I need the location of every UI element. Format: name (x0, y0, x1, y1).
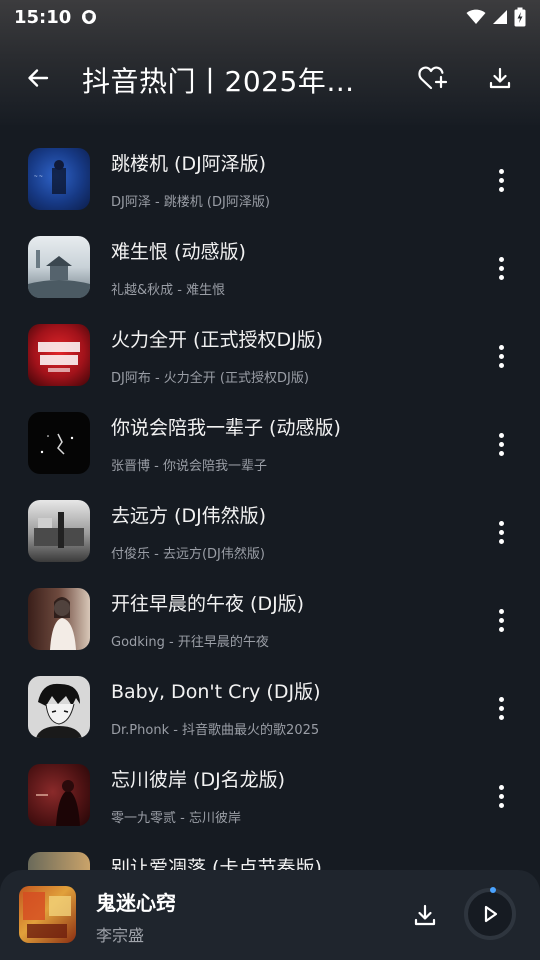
mini-player[interactable]: 鬼迷心窍 李宗盛 (0, 870, 540, 960)
song-list: ~ ~ 跳楼机 (DJ阿泽版) DJ阿泽 - 跳楼机 (DJ阿泽版) 难生恨 (… (0, 135, 540, 870)
song-row[interactable]: 难生恨 (动感版) 礼越&秋成 - 难生恨 (0, 223, 540, 311)
now-playing-artist: 李宗盛 (96, 926, 145, 945)
song-row[interactable]: ~ ~ 跳楼机 (DJ阿泽版) DJ阿泽 - 跳楼机 (DJ阿泽版) (0, 135, 540, 223)
cover-art-3 (38, 342, 80, 372)
album-cover: ~ ~ (28, 148, 90, 210)
more-vertical-icon (498, 608, 504, 614)
more-vertical-icon (498, 256, 504, 262)
song-row[interactable]: Baby, Don't Cry (DJ版) Dr.Phonk - 抖音歌曲最火的… (0, 663, 540, 751)
more-options-button[interactable] (488, 517, 514, 547)
song-row[interactable]: 别让爱凋落 (卡点节奏版) (0, 839, 540, 870)
song-subtitle: Dr.Phonk - 抖音歌曲最火的歌2025 (111, 723, 320, 738)
heart-plus-icon (418, 66, 448, 90)
page-title: 抖音热门丨2025年爆... (82, 65, 382, 98)
play-button[interactable] (462, 886, 518, 942)
more-options-button[interactable] (488, 253, 514, 283)
arrow-left-icon (28, 69, 49, 87)
more-options-button[interactable] (488, 605, 514, 635)
album-cover (28, 852, 90, 870)
song-row[interactable]: 你说会陪我一辈子 (动感版) 张晋博 - 你说会陪我一辈子 (0, 399, 540, 487)
cover-art-2 (28, 250, 90, 298)
song-subtitle: DJ阿布 - 火力全开 (正式授权DJ版) (111, 371, 309, 386)
song-title: 开往早晨的午夜 (DJ版) (111, 593, 305, 615)
more-vertical-icon (498, 168, 504, 174)
signal-icon (493, 10, 507, 24)
download-all-button[interactable] (482, 60, 518, 96)
download-icon (414, 904, 436, 926)
album-cover (28, 412, 90, 474)
play-icon (464, 887, 516, 940)
album-cover (28, 764, 90, 826)
cover-art-7 (36, 683, 82, 738)
more-vertical-icon (498, 784, 504, 790)
more-vertical-icon (498, 696, 504, 702)
song-title: 去远方 (DJ伟然版) (111, 505, 267, 527)
song-title: 你说会陪我一辈子 (动感版) (111, 417, 341, 439)
svg-text:~ ~: ~ ~ (34, 174, 43, 180)
song-title: 难生恨 (动感版) (111, 241, 246, 263)
song-title: 火力全开 (正式授权DJ版) (111, 329, 324, 351)
status-icons (466, 7, 526, 27)
song-title: 忘川彼岸 (DJ名龙版) (111, 769, 286, 791)
song-subtitle: 礼越&秋成 - 难生恨 (111, 283, 226, 298)
song-title: Baby, Don't Cry (DJ版) (111, 681, 321, 703)
album-cover (28, 676, 90, 738)
cover-art-4 (40, 433, 74, 455)
add-favorite-button[interactable] (414, 60, 452, 96)
album-cover (28, 324, 90, 386)
more-options-button[interactable] (488, 165, 514, 195)
more-options-button[interactable] (488, 429, 514, 459)
song-subtitle: 零一九零贰 - 忘川彼岸 (111, 811, 241, 826)
album-cover (28, 588, 90, 650)
wifi-icon (466, 9, 486, 24)
song-row[interactable]: 火力全开 (正式授权DJ版) DJ阿布 - 火力全开 (正式授权DJ版) (0, 311, 540, 399)
download-icon (489, 67, 511, 89)
more-vertical-icon (498, 520, 504, 526)
more-options-button[interactable] (488, 693, 514, 723)
song-subtitle: 张晋博 - 你说会陪我一辈子 (111, 459, 267, 474)
shield-icon (82, 10, 97, 24)
more-vertical-icon (498, 344, 504, 350)
song-subtitle: 付俊乐 - 去远方(DJ伟然版) (111, 547, 265, 562)
cover-art-5 (34, 512, 84, 548)
song-title: 跳楼机 (DJ阿泽版) (111, 153, 267, 175)
now-playing-cover (19, 886, 76, 943)
song-title: 别让爱凋落 (卡点节奏版) (111, 857, 322, 870)
more-options-button[interactable] (488, 341, 514, 371)
album-cover (28, 236, 90, 298)
song-subtitle: DJ阿泽 - 跳楼机 (DJ阿泽版) (111, 195, 270, 210)
battery-icon (514, 7, 526, 27)
now-playing-title: 鬼迷心窍 (96, 891, 176, 915)
album-cover (28, 500, 90, 562)
cover-art-1: ~ ~ (34, 160, 66, 194)
song-subtitle: Godking - 开往早晨的午夜 (111, 635, 269, 650)
now-playing-cover-art (23, 892, 71, 938)
more-vertical-icon (498, 432, 504, 438)
song-row[interactable]: 忘川彼岸 (DJ名龙版) 零一九零贰 - 忘川彼岸 (0, 751, 540, 839)
more-options-button[interactable] (488, 781, 514, 811)
cover-art-6 (50, 597, 76, 650)
status-time: 15:10 (14, 6, 72, 28)
app-bar: 抖音热门丨2025年爆... (0, 46, 540, 110)
status-bar: 15:10 (0, 0, 540, 34)
cover-art-8 (36, 780, 80, 826)
download-button[interactable] (410, 900, 440, 930)
back-button[interactable] (18, 60, 58, 96)
song-row[interactable]: 开往早晨的午夜 (DJ版) Godking - 开往早晨的午夜 (0, 575, 540, 663)
song-row[interactable]: 去远方 (DJ伟然版) 付俊乐 - 去远方(DJ伟然版) (0, 487, 540, 575)
